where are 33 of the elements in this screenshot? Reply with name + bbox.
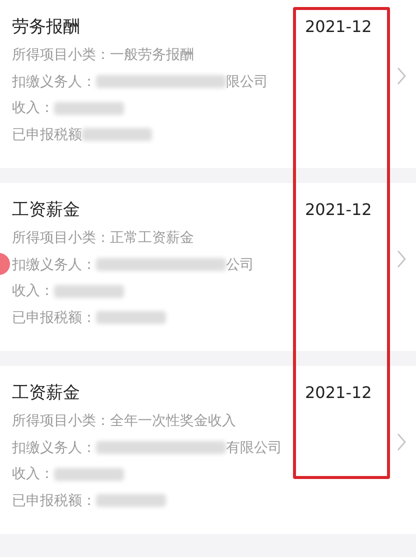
period-text: 2021-12 — [305, 382, 373, 404]
field-label: 已申报税额： — [12, 492, 96, 510]
field-label: 所得项目小类： — [12, 229, 110, 248]
chevron-right-icon[interactable] — [397, 67, 406, 85]
field-label: 扣缴义务人： — [12, 72, 96, 92]
field-value: 一般劳务报酬 — [110, 46, 194, 65]
field-value: 全年一次性奖金收入 — [110, 412, 236, 431]
field-label: 收入： — [12, 99, 54, 118]
chevron-right-icon[interactable] — [397, 250, 406, 268]
redacted-blur — [54, 284, 124, 298]
record-title: 工资薪金 — [12, 199, 81, 222]
field-value: 公司 — [226, 256, 254, 274]
redacted-blur — [96, 494, 166, 508]
redacted-blur — [54, 468, 124, 481]
field-value: 有限公司 — [226, 438, 282, 458]
field-label: 扣缴义务人： — [12, 256, 96, 274]
field-label: 已申报税额： — [12, 308, 96, 328]
field-label: 所得项目小类： — [12, 46, 110, 65]
field-value: 限公司 — [226, 72, 268, 92]
record-title: 工资薪金 — [12, 382, 81, 405]
field-value: 正常工资薪金 — [110, 229, 194, 248]
field-label: 所得项目小类： — [12, 412, 110, 431]
redacted-blur — [96, 311, 166, 324]
record-title: 劳务报酬 — [12, 16, 81, 39]
field-label: 已申报税额 — [12, 126, 82, 144]
field-label: 扣缴义务人： — [12, 438, 96, 458]
period-text: 2021-12 — [305, 16, 373, 38]
redacted-blur — [54, 102, 124, 115]
chevron-right-icon[interactable] — [397, 433, 406, 451]
redacted-blur — [82, 128, 152, 142]
field-label: 收入： — [12, 465, 54, 484]
field-label: 收入： — [12, 282, 54, 301]
period-text: 2021-12 — [305, 199, 373, 221]
